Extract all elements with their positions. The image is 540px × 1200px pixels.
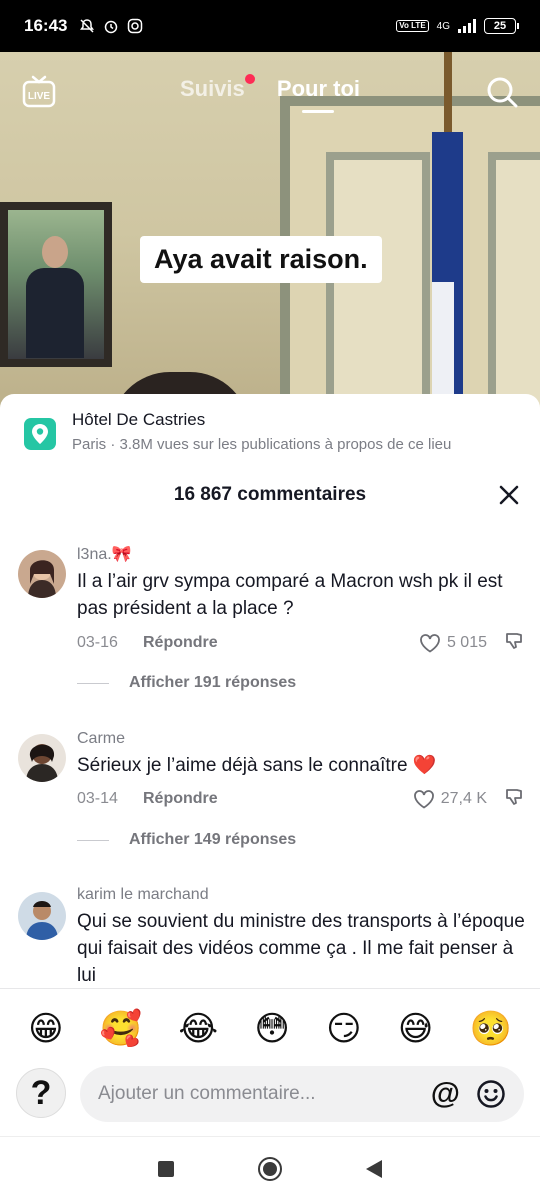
french-flag [432, 132, 494, 412]
map-pin-icon [32, 424, 48, 444]
volte-badge: Vo LTE [396, 20, 429, 32]
status-time: 16:43 [24, 16, 68, 35]
back-button[interactable] [366, 1159, 382, 1178]
tab-for-you[interactable]: Pour toi [277, 76, 360, 113]
view-replies-button[interactable]: Afficher 149 réponses [77, 831, 296, 849]
emoji-joy[interactable]: 😂 [178, 1009, 218, 1049]
instagram-icon [128, 18, 143, 34]
thumbs-down-icon [506, 788, 522, 805]
bell-muted-icon [80, 19, 95, 33]
smiley-icon [477, 1080, 505, 1108]
thumbs-down-icon [506, 632, 522, 649]
location-subtitle: Paris · 3.8M vues sur les publications à… [72, 436, 452, 453]
like-count: 5 015 [446, 634, 487, 651]
view-replies-button[interactable]: Afficher 191 réponses [77, 674, 296, 692]
recents-button[interactable] [158, 1160, 174, 1177]
emoji-pleading[interactable]: 🥺 [470, 1009, 512, 1049]
active-tab-indicator [302, 110, 335, 113]
top-nav: LIVE Suivis Pour toi [0, 70, 540, 130]
emoji-grin[interactable]: 😁 [28, 1009, 63, 1049]
like-button[interactable]: 5 015 [419, 633, 487, 653]
close-icon [499, 485, 519, 505]
comment-username[interactable]: karim le marchand [77, 886, 525, 904]
comment-text: Il a l’air grv sympa comparé a Macron ws… [77, 571, 503, 619]
emoji-quick-bar: 😁 🥰 😂 😳 😏 😅 🥺 [0, 988, 540, 1068]
portrait-frame [0, 202, 112, 367]
battery-icon: 25 [484, 18, 519, 34]
emoji-flushed[interactable]: 😳 [254, 1009, 289, 1049]
search-button[interactable] [486, 76, 518, 108]
location-banner[interactable]: Hôtel De Castries Paris · 3.8M vues sur … [0, 394, 540, 464]
search-icon [487, 77, 518, 108]
comment-input-box[interactable]: @ [80, 1066, 524, 1122]
comment-meta: 03-14 Répondre 27,4 K [77, 787, 525, 811]
reply-button[interactable]: Répondre [143, 790, 218, 808]
emoji-smirk[interactable]: 😏 [326, 1009, 361, 1049]
comment-avatar[interactable] [18, 734, 66, 782]
location-name: Hôtel De Castries [72, 410, 206, 429]
dislike-button[interactable] [505, 631, 525, 656]
signal-icon [458, 19, 476, 33]
comment-text: Qui se souvient du ministre des transpor… [77, 911, 525, 986]
heart-icon [413, 790, 434, 809]
emoji-hearts[interactable]: 🥰 [100, 1009, 142, 1049]
system-nav-bar [0, 1136, 540, 1200]
my-avatar[interactable]: ? [16, 1068, 66, 1118]
close-comments-button[interactable] [498, 484, 520, 506]
like-count: 27,4 K [440, 790, 487, 807]
emoji-button[interactable] [476, 1079, 506, 1109]
alarm-icon [105, 20, 118, 34]
network-label: 4G [436, 20, 450, 32]
like-button[interactable]: 27,4 K [413, 789, 487, 809]
mention-button[interactable]: @ [431, 1077, 460, 1111]
comment-avatar[interactable] [18, 892, 66, 940]
video-caption: Aya avait raison. [140, 236, 382, 283]
dislike-button[interactable] [505, 787, 525, 812]
comment-input[interactable] [98, 1083, 421, 1105]
home-button[interactable] [258, 1156, 282, 1181]
comment-username[interactable]: l3na.🎀 [77, 544, 525, 564]
comments-count: 16 867 commentaires [173, 484, 367, 505]
reply-button[interactable]: Répondre [143, 634, 218, 652]
notification-dot [244, 74, 255, 84]
status-bar: 16:43 Vo LTE 4G 25 [0, 0, 540, 52]
comment-text: Sérieux je l’aime déjà sans le connaître… [77, 755, 437, 776]
comment-composer: ? @ [0, 1064, 540, 1126]
emoji-sweat-smile[interactable]: 😅 [398, 1009, 433, 1049]
comment-username[interactable]: Carme [77, 730, 525, 748]
comment-meta: 03-16 Répondre 5 015 [77, 631, 525, 655]
comment-date: 03-16 [77, 634, 118, 651]
tab-following[interactable]: Suivis [180, 74, 255, 101]
comment-avatar[interactable] [18, 550, 66, 598]
comment-date: 03-14 [77, 790, 118, 807]
heart-icon [420, 634, 440, 653]
